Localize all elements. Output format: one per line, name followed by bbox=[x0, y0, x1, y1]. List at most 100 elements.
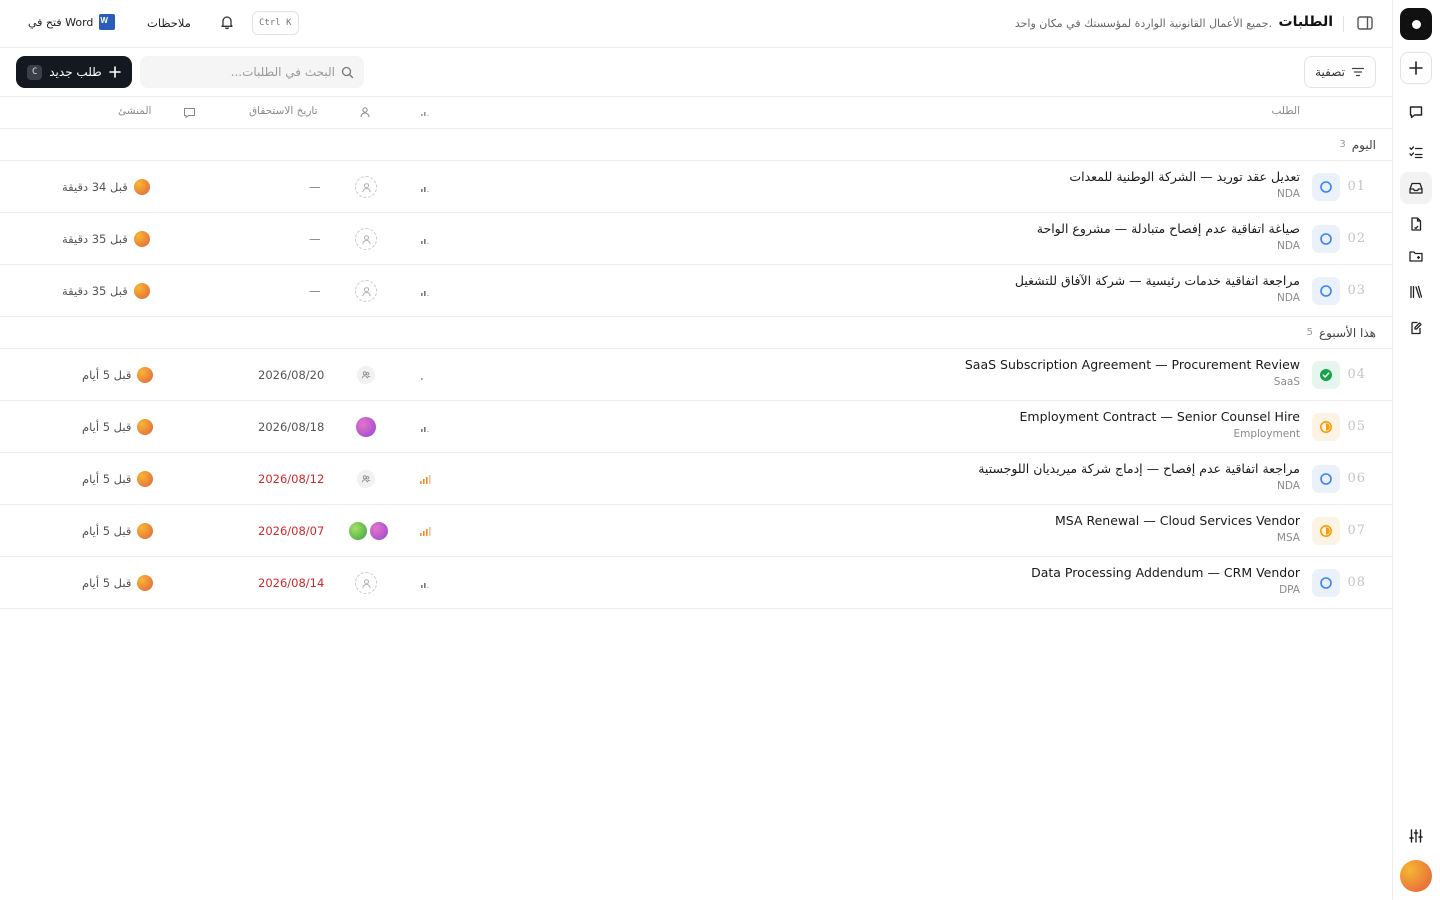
filter-icon bbox=[1351, 67, 1365, 77]
unassigned-icon[interactable] bbox=[355, 572, 377, 594]
row-title: Data Processing Addendum — CRM Vendor bbox=[1031, 565, 1300, 580]
new-item-button[interactable] bbox=[1400, 52, 1432, 84]
table-row[interactable]: 07 MSA Renewal — Cloud Services Vendor M… bbox=[0, 505, 1392, 557]
row-tag: NDA bbox=[1277, 292, 1300, 304]
table-row[interactable]: 04 SaaS Subscription Agreement — Procure… bbox=[0, 349, 1392, 401]
column-header-comments[interactable] bbox=[183, 106, 196, 119]
priority-high-icon[interactable] bbox=[419, 473, 431, 485]
priority-low-icon[interactable] bbox=[419, 285, 431, 297]
sidebar-item-tasks[interactable] bbox=[1400, 136, 1432, 168]
priority-high-icon[interactable] bbox=[419, 525, 431, 537]
unassigned-icon[interactable] bbox=[355, 280, 377, 302]
team-assignee-icon[interactable] bbox=[357, 366, 375, 384]
table-row[interactable]: 05 Employment Contract — Senior Counsel … bbox=[0, 401, 1392, 453]
panel-toggle-button[interactable] bbox=[1356, 14, 1376, 34]
notes-link[interactable]: ملاحظات bbox=[147, 16, 191, 30]
priority-low-icon[interactable] bbox=[419, 421, 431, 433]
assignee-avatars[interactable] bbox=[348, 521, 390, 541]
column-header-request[interactable]: الطلب bbox=[1271, 105, 1300, 117]
creator-avatar bbox=[137, 419, 154, 435]
plus-icon bbox=[1409, 61, 1423, 75]
status-in-progress-icon[interactable] bbox=[1312, 413, 1340, 441]
chat-icon bbox=[1409, 106, 1423, 119]
created-time: قبل 34 دقيقة bbox=[62, 179, 150, 195]
priority-low-icon[interactable] bbox=[419, 181, 431, 193]
edit-icon bbox=[1411, 321, 1422, 335]
due-date[interactable]: 2026/08/20 bbox=[258, 368, 324, 382]
team-assignee-icon[interactable] bbox=[357, 470, 375, 488]
sidebar-item-inbox[interactable] bbox=[1400, 172, 1432, 204]
group-label: اليوم bbox=[1351, 137, 1376, 152]
group-label: هذا الأسبوع bbox=[1319, 325, 1376, 340]
user-avatar[interactable] bbox=[1400, 860, 1432, 892]
table-row[interactable]: 06 مراجعة اتفاقية عدم إفصاح — إدماج شركة… bbox=[0, 453, 1392, 505]
status-open-icon[interactable] bbox=[1312, 569, 1340, 597]
table-row[interactable]: 02 صياغة اتفاقية عدم إفصاح متبادلة — مشر… bbox=[0, 213, 1392, 265]
notifications-button[interactable] bbox=[219, 14, 237, 32]
status-open-icon[interactable] bbox=[1312, 277, 1340, 305]
sidebar-item-drafts[interactable] bbox=[1400, 312, 1432, 344]
sidebar-item-settings[interactable] bbox=[1400, 820, 1432, 852]
row-title: مراجعة اتفاقية عدم إفصاح — إدماج شركة مي… bbox=[978, 461, 1300, 476]
search-box[interactable] bbox=[140, 56, 364, 88]
status-done-icon[interactable] bbox=[1312, 361, 1340, 389]
sidebar-item-chat[interactable] bbox=[1400, 96, 1432, 128]
column-header-priority[interactable] bbox=[420, 107, 430, 117]
page-subtitle: جميع الأعمال القانونية الواردة لمؤسستك ف… bbox=[1014, 17, 1272, 30]
due-date-overdue[interactable]: 2026/08/07 bbox=[258, 524, 324, 538]
status-in-progress-icon[interactable] bbox=[1312, 517, 1340, 545]
creator-avatar bbox=[133, 283, 150, 299]
due-date[interactable]: — bbox=[309, 180, 321, 194]
status-open-icon[interactable] bbox=[1312, 225, 1340, 253]
row-number: 01 bbox=[1347, 179, 1366, 194]
bell-icon bbox=[221, 16, 233, 30]
checklist-icon bbox=[1409, 146, 1423, 159]
priority-icon bbox=[421, 112, 429, 116]
logo-icon[interactable] bbox=[1400, 8, 1432, 40]
column-header-due-date[interactable]: تاريخ الاستحقاق bbox=[249, 105, 318, 117]
sidebar-item-folders[interactable] bbox=[1400, 240, 1432, 272]
unassigned-icon[interactable] bbox=[355, 228, 377, 250]
sidebar-item-library[interactable] bbox=[1400, 276, 1432, 308]
table-row[interactable]: 01 تعديل عقد توريد — الشركة الوطنية للمع… bbox=[0, 161, 1392, 213]
search-input[interactable] bbox=[155, 65, 335, 79]
group-header-today[interactable]: اليوم 3 bbox=[0, 129, 1392, 161]
status-open-icon[interactable] bbox=[1312, 465, 1340, 493]
row-title: SaaS Subscription Agreement — Procuremen… bbox=[964, 357, 1300, 372]
command-palette-shortcut[interactable]: Ctrl K bbox=[252, 11, 299, 35]
table-row[interactable]: 08 Data Processing Addendum — CRM Vendor… bbox=[0, 557, 1392, 609]
row-tag: NDA bbox=[1277, 240, 1300, 252]
due-date-overdue[interactable]: 2026/08/12 bbox=[258, 472, 324, 486]
filter-button[interactable]: تصفية bbox=[1304, 56, 1376, 88]
row-title: تعديل عقد توريد — الشركة الوطنية للمعدات bbox=[1069, 169, 1300, 184]
new-request-shortcut: C bbox=[27, 64, 43, 80]
row-tag: MSA bbox=[1276, 532, 1300, 544]
creator-avatar bbox=[137, 523, 154, 539]
created-label: قبل 5 أيام bbox=[82, 524, 132, 538]
group-header-this-week[interactable]: هذا الأسبوع 5 bbox=[0, 317, 1392, 349]
sidebar-item-documents[interactable] bbox=[1400, 208, 1432, 240]
column-header-assignee[interactable] bbox=[359, 106, 371, 118]
table-row[interactable]: 03 مراجعة اتفاقية خدمات رئيسية — شركة ال… bbox=[0, 265, 1392, 317]
assignee-avatar[interactable] bbox=[356, 417, 376, 437]
created-label: قبل 35 دقيقة bbox=[62, 232, 128, 246]
new-request-button[interactable]: طلب جديد C bbox=[16, 56, 132, 88]
due-date[interactable]: — bbox=[309, 284, 321, 298]
unassigned-icon[interactable] bbox=[355, 176, 377, 198]
created-label: قبل 5 أيام bbox=[82, 576, 132, 590]
due-date-overdue[interactable]: 2026/08/14 bbox=[258, 576, 324, 590]
row-number: 02 bbox=[1347, 231, 1366, 246]
due-date[interactable]: — bbox=[309, 232, 321, 246]
column-header-creator[interactable]: المنشئ bbox=[118, 105, 151, 117]
priority-none-icon[interactable] bbox=[419, 369, 431, 381]
priority-low-icon[interactable] bbox=[419, 577, 431, 589]
priority-low-icon[interactable] bbox=[419, 233, 431, 245]
user-icon bbox=[360, 107, 370, 118]
top-bar: الطلبات جميع الأعمال القانونية الواردة ل… bbox=[0, 0, 1392, 48]
comment-icon bbox=[184, 108, 195, 118]
open-in-word-button[interactable]: فتح في Word bbox=[28, 14, 116, 30]
status-open-icon[interactable] bbox=[1312, 173, 1340, 201]
created-time: قبل 5 أيام bbox=[82, 367, 154, 383]
due-date[interactable]: 2026/08/18 bbox=[258, 420, 324, 434]
new-request-label: طلب جديد bbox=[49, 65, 102, 79]
